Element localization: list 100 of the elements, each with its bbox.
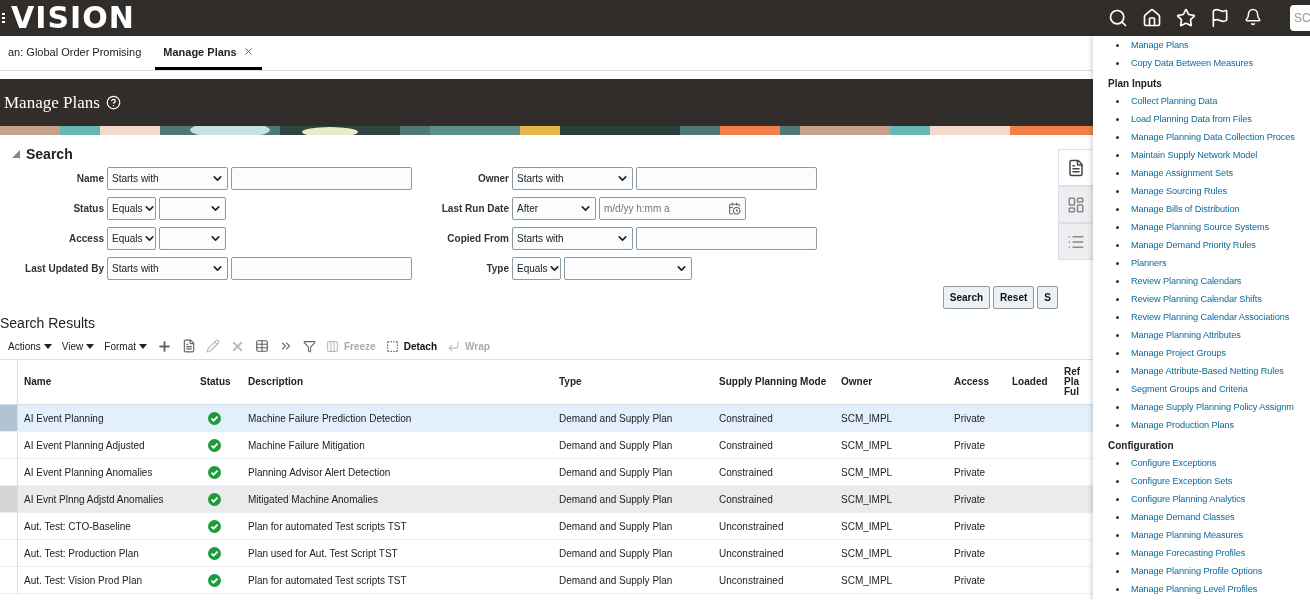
table-cell: Private [948,405,1006,432]
search-field[interactable]: SC [1290,5,1310,31]
operator-select[interactable]: Starts with [107,257,228,280]
task-link[interactable]: Configure Planning Analytics [1131,494,1246,504]
document-tab[interactable] [1058,149,1093,186]
input-field[interactable] [636,227,817,250]
field-label: Status [72,203,105,214]
table-cell: SCM_IMPL [835,486,948,513]
menu-button[interactable]: View [61,340,95,352]
field-label: Type [485,263,510,274]
task-link[interactable]: Review Planning Calendar Shifts [1131,294,1262,304]
task-link[interactable]: Manage Bills of Distribution [1131,204,1240,214]
field-label: Last Updated By [24,263,105,274]
input-field[interactable] [636,167,817,190]
task-link[interactable]: Manage Planning Profile Options [1131,566,1263,576]
table-cell: SCM_IMPL [835,405,948,432]
filter-icon[interactable] [302,339,316,353]
task-link[interactable]: Copy Data Between Measures [1131,58,1253,68]
operator-select[interactable]: Starts with [512,167,633,190]
bullet-icon [1116,515,1119,519]
bullet-icon [1116,569,1119,573]
bullet-icon [1116,479,1119,483]
task-link[interactable]: Configure Exception Sets [1131,476,1233,486]
search-form-button[interactable]: S [1037,286,1058,309]
page-tab[interactable]: Manage Plans [155,36,262,70]
section-title: Search [26,146,73,162]
task-link[interactable]: Manage Plans [1131,40,1189,50]
task-link[interactable]: Manage Planning Level Profiles [1131,584,1258,594]
value-select[interactable] [564,257,692,280]
table-cell: Constrained [713,486,835,513]
bullet-icon [1116,333,1119,337]
menu-button[interactable]: Actions [8,340,52,352]
table-cell: Machine Failure Prediction Detection [242,405,553,432]
flag-icon[interactable] [1210,8,1230,28]
bullet-icon [1116,135,1119,139]
calendar-icon[interactable] [728,202,741,215]
row-selector[interactable] [0,405,18,432]
task-link[interactable]: Configure Exceptions [1131,458,1217,468]
search-icon[interactable] [1108,8,1128,28]
operator-select[interactable]: Equals [107,197,156,220]
bullet-icon [1116,225,1119,229]
freeze-icon [325,339,339,353]
task-link[interactable]: Collect Planning Data [1131,96,1218,106]
field-label: Name [75,173,105,184]
task-link[interactable]: Manage Project Groups [1131,348,1226,358]
close-icon[interactable] [242,46,254,57]
home-icon[interactable] [1142,8,1162,28]
task-link[interactable]: Manage Demand Priority Rules [1131,240,1256,250]
bullet-icon [1116,497,1119,501]
table-cell [1058,486,1093,513]
operator-select[interactable]: After [512,197,596,220]
task-link[interactable]: Load Planning Data from Files [1131,114,1252,124]
value-select[interactable] [159,227,226,250]
search-form-button[interactable]: Reset [993,286,1035,309]
operator-select[interactable]: Starts with [107,167,228,190]
menu-button[interactable]: Format [104,340,147,352]
task-link[interactable]: Review Planning Calendar Associations [1131,312,1290,322]
date-field[interactable]: m/d/yy h:mm a [599,197,746,220]
task-link[interactable]: Manage Supply Planning Policy Assignm [1131,402,1294,412]
task-link[interactable]: Manage Planning Attributes [1131,330,1241,340]
operator-select[interactable]: Equals [107,227,156,250]
operator-select[interactable]: Starts with [512,227,633,250]
task-link[interactable]: Manage Assignment Sets [1131,168,1233,178]
bullet-icon [1116,387,1119,391]
bullet-icon [1116,551,1119,555]
task-link[interactable]: Manage Planning Measures [1131,530,1243,540]
input-field[interactable] [231,257,412,280]
page-tab[interactable]: an: Global Order Promising [0,36,150,70]
input-field[interactable] [231,167,412,190]
bullet-icon [1116,315,1119,319]
bullet-icon [1116,461,1119,465]
operator-select[interactable]: Equals [512,257,561,280]
disclosure-icon[interactable] [12,150,20,158]
table-cell [1058,405,1093,432]
add-icon[interactable] [156,338,172,354]
task-link[interactable]: Segment Groups and Criteria [1131,384,1248,394]
task-link[interactable]: Planners [1131,258,1167,268]
value-select[interactable] [159,197,226,220]
task-link[interactable]: Review Planning Calendars [1131,276,1242,286]
task-link[interactable]: Manage Planning Source Systems [1131,222,1269,232]
task-link[interactable]: Manage Planning Data Collection Proces [1131,132,1295,142]
menu-icon[interactable] [2,13,5,23]
table-icon[interactable] [254,339,269,353]
document-icon[interactable] [181,339,196,353]
task-link[interactable]: Manage Production Plans [1131,420,1234,430]
task-link[interactable]: Maintain Supply Network Model [1131,150,1258,160]
star-icon[interactable] [1176,8,1196,28]
search-form-button[interactable]: Search [942,286,991,309]
task-link[interactable]: Manage Demand Classes [1131,512,1235,522]
list-tab[interactable] [1058,223,1093,260]
task-link[interactable]: Manage Forecasting Profiles [1131,548,1246,558]
detach-button[interactable]: Detach [385,339,437,353]
table-cell: Demand and Supply Plan [553,405,713,432]
help-icon[interactable] [105,95,121,110]
task-link[interactable]: Manage Sourcing Rules [1131,186,1227,196]
panel-heading: Plan Inputs [1108,78,1163,90]
wrap-icon [447,339,460,353]
task-link[interactable]: Manage Attribute-Based Netting Rules [1131,366,1284,376]
bullet-icon [1116,405,1119,409]
table-cell: AI Event Planning [18,405,194,432]
